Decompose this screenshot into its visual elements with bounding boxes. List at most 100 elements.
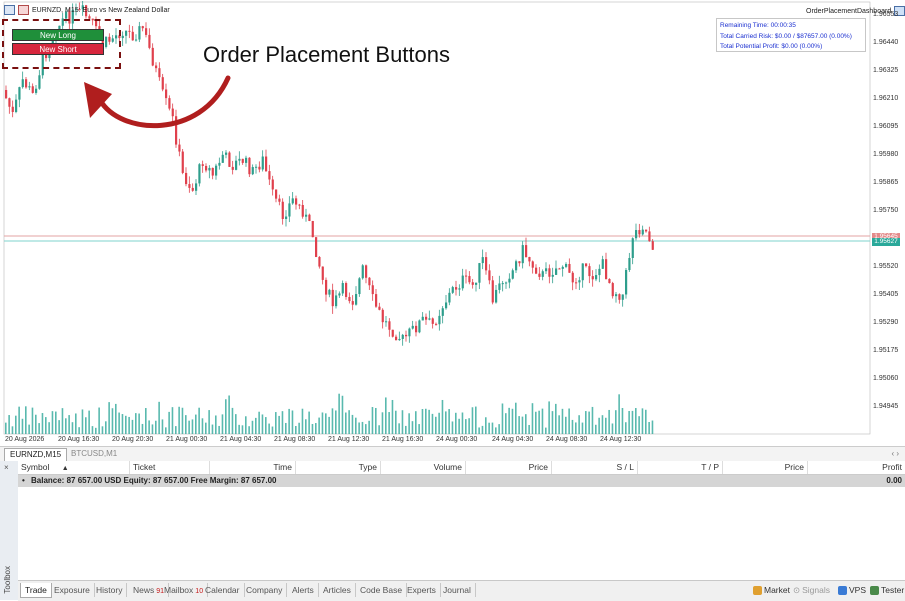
price-chart[interactable]: EURNZD, M15: Euro vs New Zealand Dollar … (0, 0, 905, 446)
candle-body (211, 167, 214, 176)
toolbox-label: Toolbox (3, 566, 12, 594)
vps-button[interactable]: VPS (838, 583, 866, 597)
volume-bar (125, 415, 127, 434)
candle-body (621, 294, 624, 300)
candle-body (445, 302, 448, 309)
column-take-profit[interactable]: T / P (638, 461, 723, 474)
volume-bar (158, 401, 160, 434)
column-price[interactable]: Price (466, 461, 552, 474)
candle-body (618, 294, 621, 300)
price-axis-label: 1.95060 (873, 375, 899, 382)
remaining-time: Remaining Time: 00:00:35 (720, 22, 796, 29)
tab-trade[interactable]: Trade (20, 583, 52, 598)
price-axis-label: 1.96325 (873, 67, 899, 74)
candle-body (541, 271, 544, 277)
candle-body (288, 203, 291, 217)
column-ticket[interactable]: Ticket (130, 461, 210, 474)
candle-body (28, 86, 31, 88)
candle-body (571, 272, 574, 283)
column-current-price[interactable]: Price (723, 461, 808, 474)
tab-calendar[interactable]: Calendar (201, 583, 245, 597)
tab-label: History (96, 585, 123, 595)
candle-body (125, 30, 128, 36)
candle-body (568, 263, 571, 273)
volume-bar (55, 411, 57, 434)
volume-bar (155, 420, 157, 434)
column-type[interactable]: Type (296, 461, 381, 474)
volume-bar (41, 413, 44, 434)
volume-bar (568, 408, 570, 434)
signals-button[interactable]: ⊙ Signals (793, 583, 830, 597)
volume-bar (81, 409, 84, 434)
volume-bar (225, 399, 227, 434)
price-axis-label: 1.95290 (873, 319, 899, 326)
volume-bar (408, 413, 410, 434)
candle-body (418, 320, 421, 333)
new-long-button[interactable]: New Long (12, 29, 104, 41)
candle-body (361, 265, 364, 279)
candle-body (545, 268, 548, 272)
volume-bar (411, 421, 414, 434)
candle-body (468, 276, 471, 283)
tab-experts[interactable]: Experts (403, 583, 441, 597)
volume-bar (315, 423, 317, 434)
volume-bar (588, 411, 590, 434)
volume-bar (168, 411, 170, 434)
candle-body (131, 31, 134, 41)
volume-bar (475, 406, 477, 434)
candle-body (611, 283, 614, 297)
candle-body (195, 183, 198, 191)
candle-body (625, 270, 628, 295)
chart-menu-icon[interactable] (4, 5, 15, 15)
tab-journal[interactable]: Journal (439, 583, 476, 597)
candle-body (478, 263, 481, 283)
tab-code-base[interactable]: Code Base (356, 583, 408, 597)
tab-exposure[interactable]: Exposure (50, 583, 95, 597)
volume-bar (518, 416, 520, 434)
chart-tab-eurnzd[interactable]: EURNZD,M15 (4, 448, 68, 461)
new-short-button[interactable]: New Short (12, 43, 104, 55)
column-time[interactable]: Time (210, 461, 296, 474)
candle-body (141, 26, 144, 29)
trade-table-header: Symbol ▲ Ticket Time Type Volume Price S… (18, 461, 905, 475)
balance-row[interactable]: • Balance: 87 657.00 USD Equity: 87 657.… (18, 475, 905, 487)
candle-body (385, 321, 388, 323)
candle-body (638, 230, 641, 235)
column-profit[interactable]: Profit (808, 461, 905, 474)
candle-body (641, 229, 644, 235)
tab-company[interactable]: Company (242, 583, 288, 597)
tab-history[interactable]: History (92, 583, 128, 597)
tester-button[interactable]: Tester (870, 583, 904, 597)
tab-alerts[interactable]: Alerts (288, 583, 319, 597)
chart-tab-btcusd[interactable]: BTCUSD,M1 (66, 448, 122, 460)
candle-body (11, 106, 14, 112)
volume-bar (398, 423, 400, 434)
one-click-trading-icon[interactable] (18, 5, 29, 15)
close-icon[interactable]: × (4, 463, 9, 472)
candle-body (278, 198, 281, 202)
volume-bar (285, 422, 287, 434)
market-button[interactable]: Market (753, 583, 790, 597)
volume-bar (188, 420, 190, 434)
time-axis-label: 24 Aug 12:30 (600, 436, 642, 443)
volume-bar (365, 424, 367, 434)
column-stop-loss[interactable]: S / L (552, 461, 638, 474)
column-symbol[interactable]: Symbol ▲ (18, 461, 130, 474)
volume-bar (241, 425, 244, 434)
candle-body (235, 160, 238, 170)
volume-bar (265, 417, 267, 434)
candle-body (271, 179, 274, 190)
tab-label: Exposure (54, 585, 90, 595)
volume-bar (635, 408, 637, 434)
candle-body (31, 86, 34, 93)
volume-bar (641, 408, 644, 434)
volume-bar (235, 414, 237, 434)
candle-body (451, 287, 454, 293)
candle-body (651, 241, 654, 250)
tab-articles[interactable]: Articles (319, 583, 356, 597)
candle-body (35, 88, 38, 93)
volume-bar (271, 426, 274, 434)
column-volume[interactable]: Volume (381, 461, 466, 474)
tab-scroll-arrows[interactable]: ‹ › (891, 447, 899, 461)
candle-body (438, 315, 441, 325)
